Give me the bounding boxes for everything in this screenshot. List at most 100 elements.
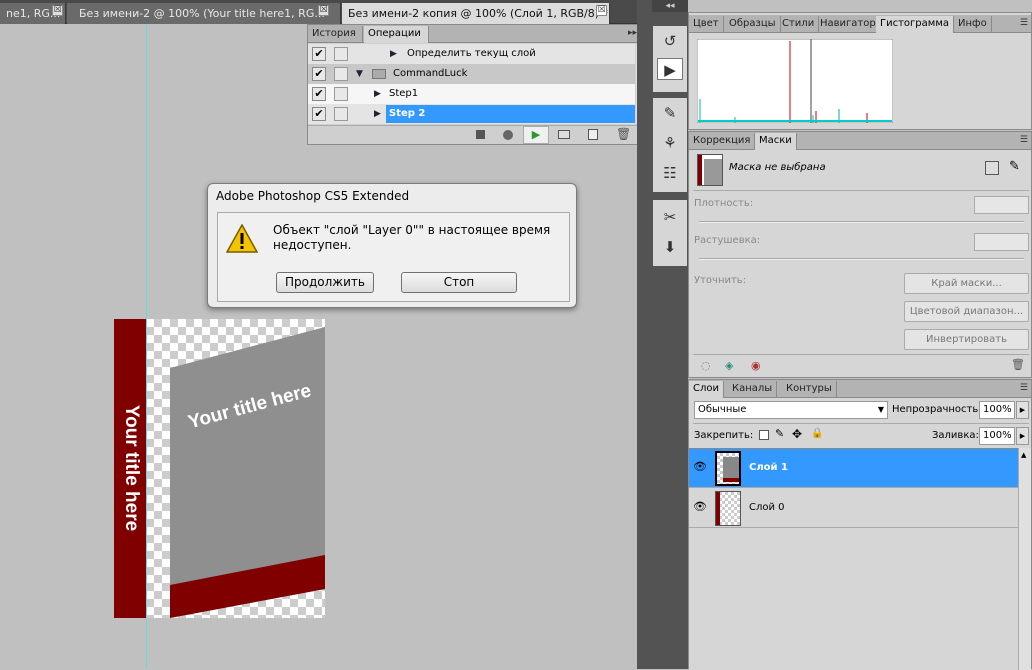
actions-tabs: История Операции ▸▸ ☰ [308, 25, 651, 43]
collapse-icon[interactable]: ▼ [356, 69, 363, 79]
mask-edge-button[interactable]: Край маски... [904, 273, 1029, 294]
tab-histogram[interactable]: Гистограмма [876, 16, 954, 33]
fill-arrow-icon[interactable]: ▶ [1016, 427, 1029, 445]
dialog-toggle[interactable] [334, 87, 348, 101]
close-icon[interactable]: ☒ [318, 5, 329, 16]
visibility-eye-icon[interactable]: 👁 [693, 501, 707, 513]
layer-row[interactable]: 👁 Слой 1 [689, 449, 1030, 488]
blend-mode-value: Обычные [698, 404, 747, 415]
close-icon[interactable]: ☒ [596, 5, 607, 16]
lock-pixels-icon[interactable]: ✎ [775, 427, 784, 440]
record-icon[interactable] [503, 130, 513, 140]
tab-layers[interactable]: Слои [689, 381, 724, 398]
layer-row[interactable]: 👁 Слой 0 [689, 489, 1030, 528]
apply-mask-icon[interactable]: ◈ [725, 359, 733, 372]
list-item[interactable]: ✔ ▼ CommandLuck [308, 64, 635, 84]
doc-tab-label: Без имени-2 @ 100% (Your title here1, RG… [79, 7, 325, 20]
layer-name: Слой 1 [749, 462, 788, 473]
checkbox[interactable]: ✔ [312, 47, 326, 61]
tab-channels[interactable]: Каналы [728, 381, 778, 398]
lock-label: Закрепить: [694, 430, 754, 441]
brush-presets-icon[interactable]: ☷ [657, 162, 683, 184]
expand-icon[interactable]: ▶ [374, 89, 381, 99]
layers-scrollbar[interactable]: ▲ [1018, 448, 1031, 670]
fill-field[interactable]: 100% [979, 427, 1015, 445]
close-icon[interactable]: ☒ [52, 5, 63, 16]
checkbox[interactable]: ✔ [312, 107, 326, 121]
lock-position-icon[interactable]: ✥ [792, 427, 802, 441]
panel-menu-icon[interactable]: ☰ [1020, 135, 1028, 145]
continue-button[interactable]: Продолжить [276, 272, 374, 293]
3d-icon[interactable]: ⬇ [657, 236, 683, 258]
list-item[interactable]: ✔ ▶ Определить текущ слой [308, 44, 635, 64]
warning-icon [226, 224, 258, 253]
tab-adjustments[interactable]: Коррекция [689, 133, 756, 150]
opacity-arrow-icon[interactable]: ▶ [1016, 401, 1029, 419]
checkbox[interactable]: ✔ [312, 87, 326, 101]
tab-actions[interactable]: Операции [364, 26, 429, 43]
load-selection-icon[interactable]: ◌ [701, 359, 711, 372]
density-field[interactable] [974, 196, 1029, 214]
histogram-tabs: Цвет Образцы Стили Навигатор Гистограмма… [689, 15, 1031, 33]
panel-divider[interactable] [637, 0, 652, 669]
color-range-button[interactable]: Цветовой диапазон... [904, 301, 1029, 322]
clone-source-icon[interactable]: ⚘ [657, 132, 683, 154]
trash-icon[interactable]: 🗑 [1011, 358, 1025, 371]
new-set-icon[interactable] [558, 130, 570, 139]
expand-icon[interactable]: ▶ [374, 109, 381, 119]
disable-mask-icon[interactable]: ◉ [751, 359, 761, 372]
tab-masks[interactable]: Маски [755, 133, 797, 150]
lock-all-icon[interactable]: 🔒 [811, 428, 823, 439]
mask-thumbnail[interactable] [697, 154, 723, 186]
list-item[interactable]: ✔ ▶ Step 2 [308, 104, 635, 124]
scroll-up-icon[interactable]: ▲ [1021, 451, 1026, 459]
stop-button[interactable]: Стоп [401, 272, 517, 293]
tab-styles[interactable]: Стили [778, 16, 820, 33]
feather-slider[interactable] [699, 258, 1024, 260]
new-action-icon[interactable] [588, 129, 598, 140]
feather-field[interactable] [974, 233, 1029, 251]
invert-button[interactable]: Инвертировать [904, 329, 1029, 350]
masks-tabs: Коррекция Маски ☰ [689, 132, 1031, 150]
tab-paths[interactable]: Контуры [782, 381, 837, 398]
tool-presets-icon[interactable]: ✂ [657, 206, 683, 228]
divider [693, 190, 1029, 191]
panel-menu-icon[interactable]: ☰ [1020, 383, 1028, 393]
tab-info[interactable]: Инфо [954, 16, 992, 33]
doc-tab-2[interactable]: Без имени-2 @ 100% (Your title here1, RG… [67, 3, 341, 24]
stop-icon[interactable] [476, 130, 485, 139]
history-icon[interactable]: ↺ [657, 30, 683, 52]
folder-icon [372, 69, 386, 79]
dialog-body: Объект "слой "Layer 0"" в настоящее врем… [217, 212, 570, 302]
layer-thumbnail [715, 491, 741, 526]
tab-color[interactable]: Цвет [689, 16, 724, 33]
play-icon[interactable]: ▶ [523, 126, 549, 144]
alert-dialog: Adobe Photoshop CS5 Extended Объект "сло… [207, 183, 577, 308]
blend-mode-select[interactable]: Обычные ▼ [694, 401, 888, 419]
expand-icon[interactable]: ▶ [390, 49, 397, 59]
doc-tab-label: Без имени-2 копия @ 100% (Слой 1, RGB/8)… [348, 7, 609, 20]
actions-icon[interactable]: ▶ [657, 58, 683, 80]
dialog-toggle[interactable] [334, 67, 348, 81]
dialog-toggle[interactable] [334, 47, 348, 61]
dialog-toggle[interactable] [334, 107, 348, 121]
panel-menu-icon[interactable]: ☰ [1020, 18, 1028, 28]
tab-swatches[interactable]: Образцы [725, 16, 781, 33]
action-label: Step1 [389, 88, 419, 99]
tab-navigator[interactable]: Навигатор [816, 16, 881, 33]
pixel-mask-icon[interactable] [985, 161, 999, 175]
opacity-field[interactable]: 100% [979, 401, 1015, 419]
tab-history[interactable]: История [308, 26, 363, 43]
list-item[interactable]: ✔ ▶ Step1 [308, 84, 635, 104]
checkbox[interactable]: ✔ [312, 67, 326, 81]
divider [693, 423, 1029, 424]
brush-icon[interactable]: ✎ [657, 102, 683, 124]
lock-transparency-icon[interactable] [759, 430, 769, 440]
visibility-eye-icon[interactable]: 👁 [693, 461, 707, 473]
guide-line[interactable] [146, 24, 147, 669]
trash-icon[interactable]: 🗑 [616, 128, 631, 140]
collapse-icon[interactable]: ◂◂ [652, 0, 688, 12]
density-slider[interactable] [699, 221, 1024, 223]
vector-mask-icon[interactable]: ✎ [1009, 160, 1020, 174]
doc-tab-3[interactable]: Без имени-2 копия @ 100% (Слой 1, RGB/8)… [342, 3, 610, 24]
